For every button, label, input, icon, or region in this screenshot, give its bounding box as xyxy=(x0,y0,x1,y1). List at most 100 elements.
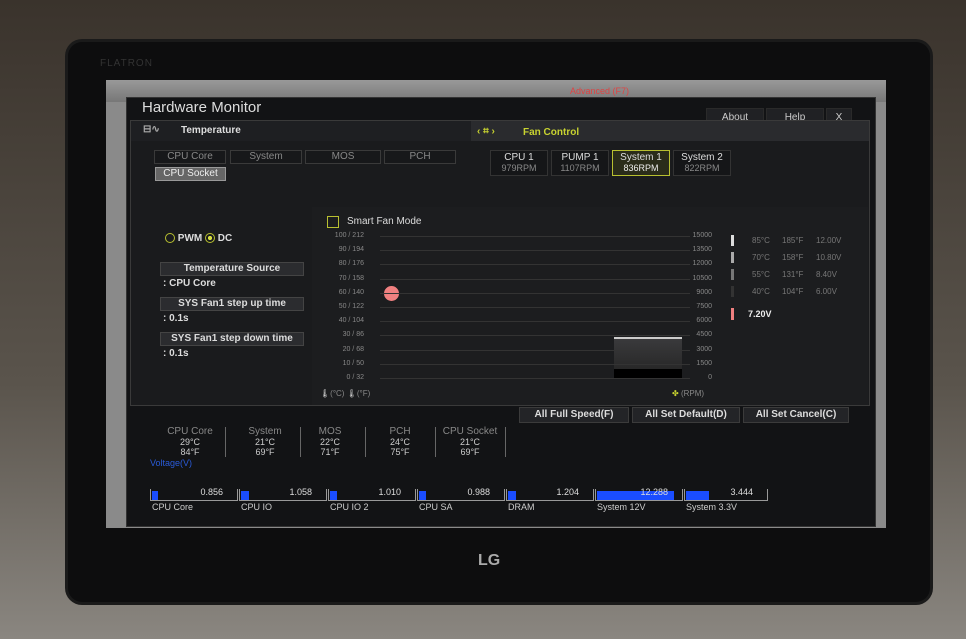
smart-fan-label: Smart Fan Mode xyxy=(347,216,422,227)
voltage-value: 12.288 xyxy=(640,487,668,497)
unit-c: (°C) xyxy=(330,389,345,398)
voltage-label: System 12V xyxy=(597,502,646,512)
step-down-value: : 0.1s xyxy=(163,348,189,359)
gridline xyxy=(380,378,690,379)
rpm-unit: ✤ (RPM) xyxy=(672,389,704,398)
voltage-bar: 3.444 xyxy=(684,487,768,501)
y-tick-label: 70 / 158 xyxy=(338,274,364,282)
temp-name: System xyxy=(248,426,282,437)
temp-c: 21°C xyxy=(254,437,276,447)
rpm-tick-label: 9000 xyxy=(696,288,712,296)
legend-swatch xyxy=(731,269,734,280)
fan-rpm: 1107RPM xyxy=(560,163,600,173)
voltage-value: 0.856 xyxy=(200,487,223,497)
step-up-button[interactable]: SYS Fan1 step up time xyxy=(160,297,304,311)
all-set-cancel-button[interactable]: All Set Cancel(C) xyxy=(743,407,849,423)
gridline xyxy=(380,307,690,308)
temp-readout: MOS 22°C 71°F xyxy=(295,426,365,458)
temp-name: CPU Socket xyxy=(442,426,498,437)
voltage-fill xyxy=(330,491,337,500)
gridline xyxy=(380,363,690,365)
all-full-speed-button[interactable]: All Full Speed(F) xyxy=(519,407,629,423)
rpm-tick-label: 15000 xyxy=(692,232,712,239)
temperature-source-value: : CPU Core xyxy=(163,278,216,289)
divider xyxy=(505,427,506,457)
temp-f: 75°F xyxy=(390,447,410,457)
tab-mos[interactable]: MOS xyxy=(305,150,381,164)
thermometer-icon: 🌡 xyxy=(346,389,357,398)
tab-system[interactable]: System xyxy=(230,150,302,164)
window-title: Hardware Monitor xyxy=(142,99,262,116)
fan-rpm: 836RPM xyxy=(623,163,659,173)
fan-chart-icon: ‹ ⌗ › xyxy=(477,126,495,137)
temp-f: 69°F xyxy=(255,447,275,457)
fan-pump1[interactable]: PUMP 1 1107RPM xyxy=(551,150,609,176)
y-tick-label: 50 / 122 xyxy=(338,303,364,310)
pwm-radio[interactable] xyxy=(165,233,175,244)
legend-voltage: 6.00V xyxy=(816,287,837,296)
all-set-default-button[interactable]: All Set Default(D) xyxy=(632,407,740,423)
voltage-fill xyxy=(686,491,710,500)
tab-cpu-socket[interactable]: CPU Socket xyxy=(155,167,226,181)
fan-system1[interactable]: System 1 836RPM xyxy=(612,150,670,176)
step-down-button[interactable]: SYS Fan1 step down time xyxy=(160,332,304,346)
monitor-brand: FLATRON xyxy=(100,58,153,69)
voltage-bar: 1.204 xyxy=(506,487,594,501)
temperature-source-button[interactable]: Temperature Source xyxy=(160,262,304,276)
advanced-tab[interactable]: Advanced (F7) xyxy=(570,86,629,96)
temp-c: 29°C xyxy=(179,437,201,447)
gridline xyxy=(380,321,690,323)
divider xyxy=(225,427,226,457)
temp-name: MOS xyxy=(318,426,342,437)
dc-radio[interactable] xyxy=(205,233,216,244)
y-tick-label: 60 / 140 xyxy=(338,288,364,296)
rpm-tick-label: 0 xyxy=(708,374,712,381)
fan-control-header[interactable]: ‹ ⌗ › Fan Control xyxy=(471,121,869,141)
rpm-history-graph xyxy=(614,337,682,379)
pwm-label: PWM xyxy=(177,233,203,244)
temp-units: 🌡(°C) 🌡(°F) xyxy=(320,389,370,398)
temp-c: 24°C xyxy=(389,437,411,447)
legend-temp-c: 85°C xyxy=(752,236,770,245)
temp-readout: System 21°C 69°F xyxy=(230,426,300,458)
voltage-bar: 1.010 xyxy=(328,487,416,501)
temp-c: 22°C xyxy=(319,437,341,447)
dc-label: DC xyxy=(217,233,233,244)
voltage-bar: 1.058 xyxy=(239,487,327,501)
fan-rpm: 822RPM xyxy=(684,163,720,173)
temp-readout: PCH 24°C 75°F xyxy=(365,427,435,458)
current-voltage-marker xyxy=(731,308,734,320)
fan-icon: ✤ xyxy=(672,389,679,398)
tab-cpu-core[interactable]: CPU Core xyxy=(154,150,226,164)
voltage-label: CPU IO xyxy=(241,502,273,512)
fan-system2[interactable]: System 2 822RPM xyxy=(673,150,731,176)
temp-name: CPU Core xyxy=(167,426,213,437)
rpm-tick-label: 7500 xyxy=(696,303,712,310)
legend-swatch xyxy=(731,252,734,263)
gridline xyxy=(380,349,690,351)
rpm-tick-label: 4500 xyxy=(696,331,712,339)
voltage-label: System 3.3V xyxy=(686,502,738,512)
smart-fan-checkbox[interactable] xyxy=(327,216,339,228)
voltage-label: CPU SA xyxy=(419,502,453,512)
voltage-bar: 0.856 xyxy=(150,487,238,501)
voltage-label: CPU Core xyxy=(152,502,194,512)
voltage-fill xyxy=(241,491,249,500)
voltage-fill xyxy=(419,491,426,500)
tab-pch[interactable]: PCH xyxy=(384,150,456,164)
fan-control-title: Fan Control xyxy=(523,127,580,138)
rpm-tick-label: 6000 xyxy=(696,317,712,325)
fan-rpm: 979RPM xyxy=(501,163,537,173)
rpm-tick-label: 10500 xyxy=(692,274,712,282)
legend-temp-f: 104°F xyxy=(782,287,804,296)
fan-name: System 1 xyxy=(620,152,662,163)
legend-temp-c: 40°C xyxy=(752,287,770,296)
gridline xyxy=(380,250,690,252)
voltage-label: CPU IO 2 xyxy=(330,502,369,512)
voltage-value: 3.444 xyxy=(730,487,753,497)
fan-name: CPU 1 xyxy=(504,152,534,163)
gridline xyxy=(380,236,690,237)
legend-temp-c: 55°C xyxy=(752,270,770,279)
temp-f: 71°F xyxy=(320,447,340,457)
fan-cpu1[interactable]: CPU 1 979RPM xyxy=(490,150,548,176)
